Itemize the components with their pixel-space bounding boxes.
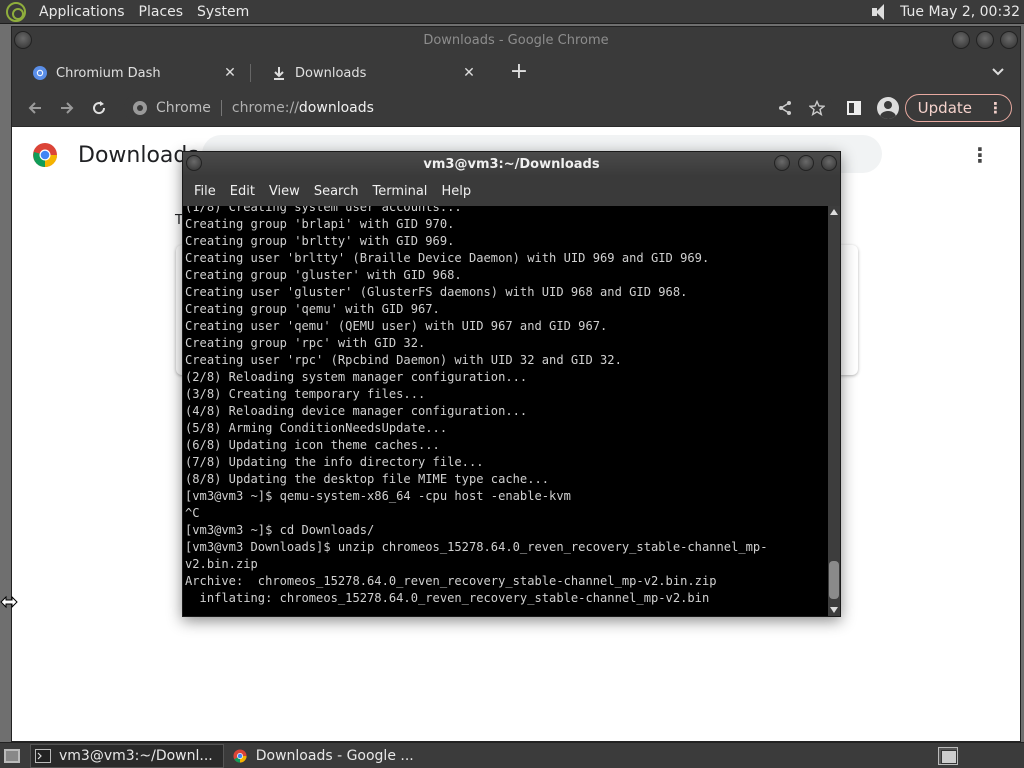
chrome-titlebar[interactable]: Downloads - Google Chrome [12, 27, 1020, 53]
minimize-button[interactable] [774, 155, 790, 171]
maximize-button[interactable] [976, 31, 994, 49]
bookmark-star-icon[interactable] [808, 99, 825, 116]
back-button[interactable] [20, 93, 50, 123]
workspace-switcher[interactable] [938, 747, 958, 765]
taskbar-item-label: Downloads - Google ... [255, 747, 414, 764]
volume-icon[interactable] [870, 3, 890, 21]
address-bar[interactable]: Chrome chrome://downloads [124, 92, 833, 123]
chromium-icon [33, 66, 47, 80]
tab-close-icon[interactable]: ✕ [461, 65, 477, 81]
taskbar-item-chrome[interactable]: Downloads - Google ... [228, 744, 424, 768]
applications-menu[interactable]: Applications [32, 4, 132, 20]
terminal-icon [35, 748, 51, 763]
reload-icon [93, 100, 106, 114]
more-options-icon[interactable]: ⋮ [970, 143, 990, 167]
share-icon[interactable] [777, 100, 793, 116]
places-menu[interactable]: Places [132, 4, 191, 20]
maximize-button[interactable] [798, 155, 814, 171]
menu-edit[interactable]: Edit [223, 184, 262, 199]
tab-downloads[interactable]: Downloads ✕ [251, 57, 489, 89]
scroll-up-icon[interactable] [830, 209, 838, 215]
clock[interactable]: Tue May 2, 00:32 [900, 4, 1020, 20]
menu-search[interactable]: Search [307, 184, 366, 199]
taskbar-item-label: vm3@vm3:~/Downl... [59, 747, 213, 764]
page-title: Downloads [78, 142, 199, 168]
arrow-left-icon [28, 101, 41, 114]
terminal-window: vm3@vm3:~/Downloads File Edit View Searc… [182, 151, 841, 617]
scroll-down-icon[interactable] [830, 607, 838, 613]
chrome-window-title: Downloads - Google Chrome [423, 32, 609, 48]
chrome-site-icon [133, 100, 147, 115]
close-button[interactable] [1000, 31, 1018, 49]
terminal-output[interactable]: (1/8) Creating system user accounts... C… [183, 206, 828, 616]
taskbar-item-terminal[interactable]: vm3@vm3:~/Downl... [30, 743, 224, 768]
update-label: Update [917, 98, 972, 117]
chrome-menu-icon[interactable]: ⋮ [988, 99, 1003, 117]
tab-label: Chromium Dash [56, 65, 161, 81]
terminal-titlebar[interactable]: vm3@vm3:~/Downloads [183, 152, 840, 176]
chrome-toolbar: Chrome chrome://downloads Update ⋮ [12, 89, 1020, 127]
close-button[interactable] [821, 155, 837, 171]
menu-view[interactable]: View [262, 184, 307, 199]
menu-help[interactable]: Help [434, 184, 478, 199]
profile-avatar[interactable] [876, 96, 899, 119]
bottom-panel: vm3@vm3:~/Downl... Downloads - Google ..… [0, 742, 1024, 768]
show-desktop-icon[interactable] [4, 748, 20, 763]
chrome-icon [233, 748, 247, 763]
chrome-logo-icon [33, 143, 57, 167]
site-label: Chrome [156, 99, 211, 116]
arrow-right-icon [61, 101, 74, 114]
reload-button[interactable] [84, 93, 114, 123]
tab-close-icon[interactable]: ✕ [222, 65, 238, 81]
menu-file[interactable]: File [187, 184, 223, 199]
window-menu-button[interactable] [14, 31, 32, 49]
scrollbar-thumb[interactable] [829, 561, 839, 599]
side-panel-icon[interactable] [839, 93, 869, 123]
resize-cursor-icon [0, 595, 18, 609]
terminal-text: (1/8) Creating system user accounts... C… [185, 206, 768, 605]
forward-button[interactable] [52, 93, 82, 123]
tab-chromium-dash[interactable]: Chromium Dash ✕ [12, 57, 250, 89]
menu-terminal[interactable]: Terminal [365, 184, 434, 199]
omnibox-divider [220, 99, 222, 116]
terminal-menubar: File Edit View Search Terminal Help [183, 176, 840, 206]
window-menu-button[interactable] [186, 155, 202, 171]
update-button[interactable]: Update ⋮ [904, 93, 1012, 122]
distro-logo-icon[interactable] [6, 1, 26, 22]
download-icon [274, 67, 284, 80]
top-panel: Applications Places System Tue May 2, 00… [0, 0, 1024, 24]
system-menu[interactable]: System [190, 4, 256, 20]
tab-strip: Chromium Dash ✕ Downloads ✕ + [12, 53, 1020, 89]
terminal-scrollbar[interactable] [828, 206, 840, 616]
url-host: downloads [298, 99, 374, 116]
minimize-button[interactable] [952, 31, 970, 49]
url-scheme: chrome:// [231, 99, 299, 116]
new-tab-button[interactable]: + [505, 59, 533, 87]
terminal-title: vm3@vm3:~/Downloads [423, 156, 600, 172]
tab-label: Downloads [295, 65, 367, 81]
omnibox-actions [777, 99, 825, 116]
chevron-down-icon[interactable] [990, 63, 1006, 79]
